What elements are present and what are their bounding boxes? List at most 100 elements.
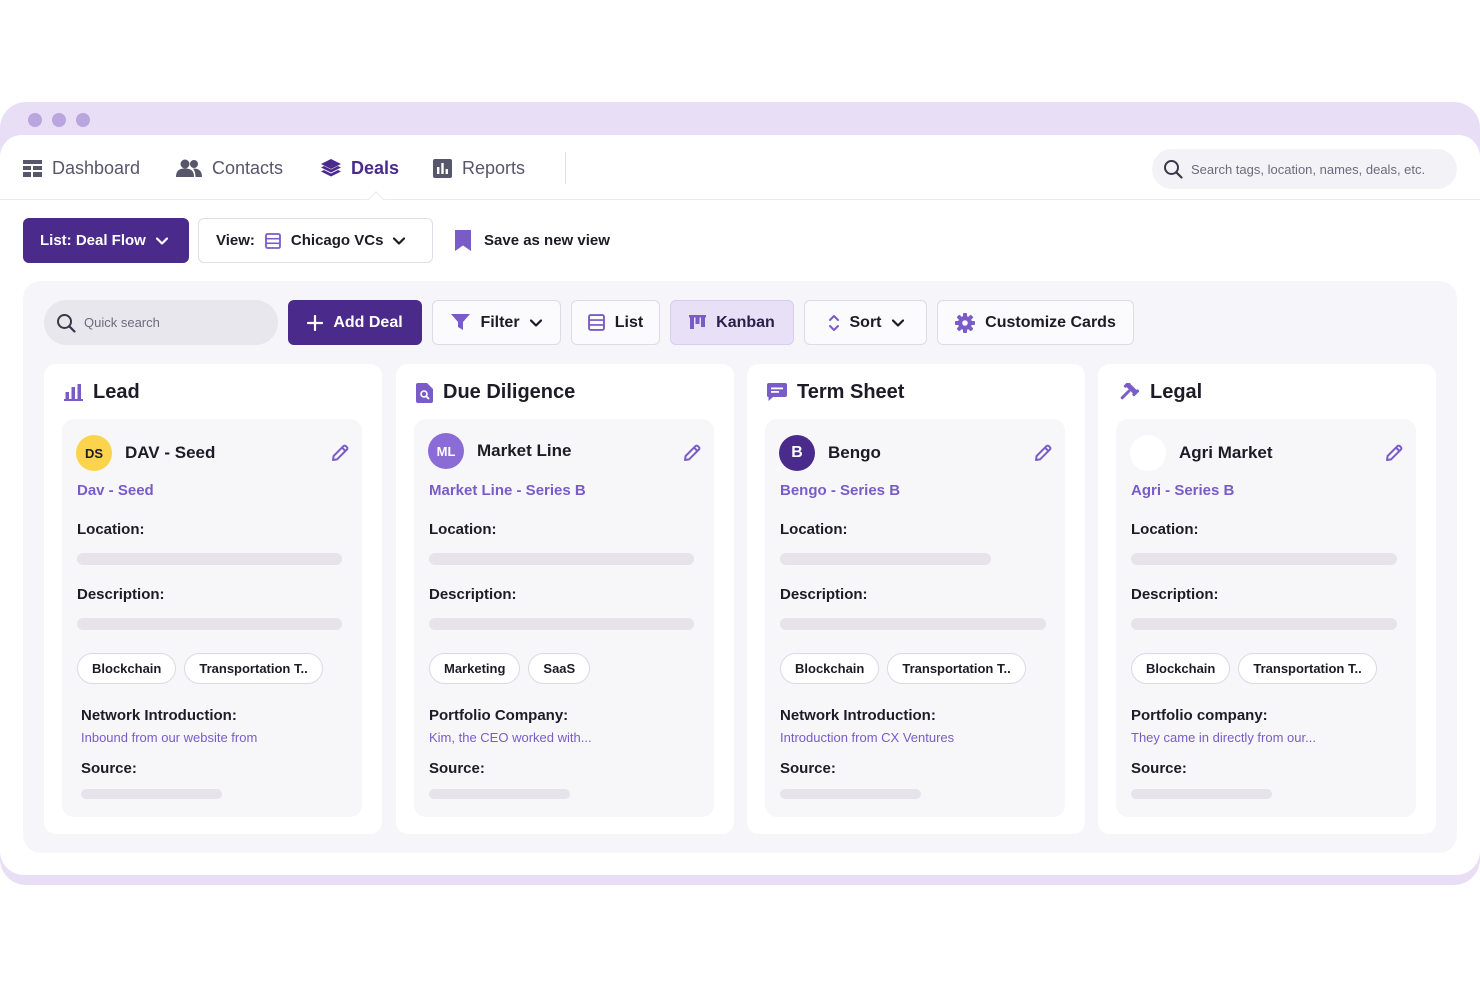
tag-chip[interactable]: Blockchain bbox=[780, 653, 880, 684]
add-deal-button[interactable]: Add Deal bbox=[288, 300, 422, 345]
source-label: Source: bbox=[1131, 760, 1187, 777]
tag-list: Marketing SaaS bbox=[429, 653, 591, 684]
deal-card[interactable]: ML Market Line Market Line - Series B Lo… bbox=[414, 419, 714, 817]
top-nav: Dashboard Contacts Deals Reports Search … bbox=[0, 135, 1480, 200]
window-minimize-dot[interactable] bbox=[52, 113, 66, 127]
filter-funnel-icon bbox=[451, 314, 471, 330]
gavel-icon bbox=[1120, 382, 1140, 399]
tag-list: Blockchain Transportation T.. bbox=[1131, 653, 1377, 684]
field-value: Inbound from our website from bbox=[81, 730, 258, 745]
gear-icon bbox=[955, 312, 976, 333]
nav-divider bbox=[565, 152, 566, 184]
location-label: Location: bbox=[1131, 521, 1199, 538]
column-title: Legal bbox=[1150, 381, 1203, 403]
column-lead: Lead DS DAV - Seed Dav - Seed Location: bbox=[44, 364, 382, 834]
customize-cards-button[interactable]: Customize Cards bbox=[937, 300, 1134, 345]
column-header: Lead bbox=[64, 381, 140, 404]
nav-reports[interactable]: Reports bbox=[433, 154, 525, 182]
add-deal-label: Add Deal bbox=[333, 313, 403, 331]
field-value: Kim, the CEO worked with... bbox=[429, 730, 592, 745]
list-selector-button[interactable]: List: Deal Flow bbox=[23, 218, 189, 263]
window-close-dot[interactable] bbox=[28, 113, 42, 127]
deal-name: DAV - Seed bbox=[125, 443, 216, 462]
source-placeholder bbox=[780, 789, 921, 799]
bar-chart-icon bbox=[64, 384, 83, 401]
tag-chip[interactable]: Transportation T.. bbox=[887, 653, 1026, 684]
quick-search-input[interactable]: Quick search bbox=[44, 300, 278, 345]
field-label: Network Introduction: bbox=[81, 707, 237, 724]
kanban-board: Quick search Add Deal Filter List Kanban… bbox=[23, 281, 1457, 853]
message-icon bbox=[767, 383, 787, 401]
window-maximize-dot[interactable] bbox=[76, 113, 90, 127]
edit-pencil-icon[interactable] bbox=[1033, 443, 1053, 463]
source-label: Source: bbox=[81, 760, 137, 777]
column-header: Legal bbox=[1118, 381, 1202, 404]
nav-contacts[interactable]: Contacts bbox=[176, 154, 283, 182]
deal-card[interactable]: B Bengo Bengo - Series B Location: Descr… bbox=[765, 419, 1065, 817]
source-label: Source: bbox=[429, 760, 485, 777]
filter-label: Filter bbox=[480, 313, 520, 331]
contacts-people-icon bbox=[176, 159, 202, 177]
deal-subtitle-link[interactable]: Agri - Series B bbox=[1131, 482, 1234, 499]
tag-chip[interactable]: Blockchain bbox=[77, 653, 177, 684]
filter-button[interactable]: Filter bbox=[432, 300, 561, 345]
deal-subtitle-link[interactable]: Bengo - Series B bbox=[780, 482, 900, 499]
nav-dashboard[interactable]: Dashboard bbox=[23, 154, 140, 182]
tag-chip[interactable]: Marketing bbox=[429, 653, 521, 684]
customize-cards-label: Customize Cards bbox=[985, 313, 1116, 331]
document-search-icon bbox=[416, 382, 433, 403]
card-header: DS DAV - Seed bbox=[76, 435, 350, 471]
field-value: They came in directly from our... bbox=[1131, 730, 1316, 745]
edit-pencil-icon[interactable] bbox=[330, 443, 350, 463]
active-tab-indicator bbox=[366, 189, 386, 200]
edit-pencil-icon[interactable] bbox=[1384, 443, 1404, 463]
column-header: Term Sheet bbox=[767, 381, 904, 404]
deal-card[interactable]: Agri Market Agri - Series B Location: De… bbox=[1116, 419, 1416, 817]
location-label: Location: bbox=[429, 521, 497, 538]
app-content: Dashboard Contacts Deals Reports Search … bbox=[0, 135, 1480, 875]
description-placeholder bbox=[1131, 618, 1397, 630]
card-header: ML Market Line bbox=[428, 433, 702, 469]
location-label: Location: bbox=[780, 521, 848, 538]
description-label: Description: bbox=[780, 586, 868, 603]
sort-button[interactable]: Sort bbox=[804, 300, 927, 345]
list-view-button[interactable]: List bbox=[571, 300, 660, 345]
location-placeholder bbox=[780, 553, 991, 565]
field-label: Network Introduction: bbox=[780, 707, 936, 724]
column-title: Due Diligence bbox=[443, 381, 576, 403]
tag-chip[interactable]: Transportation T.. bbox=[184, 653, 323, 684]
deal-name: Market Line bbox=[477, 441, 572, 460]
list-selector-label: List: Deal Flow bbox=[40, 232, 146, 249]
edit-pencil-icon[interactable] bbox=[682, 443, 702, 463]
deal-subtitle-link[interactable]: Market Line - Series B bbox=[429, 482, 586, 499]
list-view-icon bbox=[587, 314, 605, 331]
location-placeholder bbox=[1131, 553, 1397, 565]
column-legal: Legal Agri Market Agri - Series B Locati… bbox=[1098, 364, 1436, 834]
global-search-input[interactable]: Search tags, location, names, deals, etc… bbox=[1152, 149, 1457, 189]
view-selector-button[interactable]: View: Chicago VCs bbox=[198, 218, 433, 263]
view-prefix-label: View: bbox=[216, 232, 255, 249]
card-header: B Bengo bbox=[779, 435, 1053, 471]
tag-chip[interactable]: Transportation T.. bbox=[1238, 653, 1377, 684]
window-controls bbox=[28, 113, 90, 127]
field-label: Portfolio company: bbox=[1131, 707, 1268, 724]
tag-chip[interactable]: Blockchain bbox=[1131, 653, 1231, 684]
column-header: Due Diligence bbox=[416, 381, 575, 404]
source-label: Source: bbox=[780, 760, 836, 777]
tag-chip[interactable]: SaaS bbox=[528, 653, 591, 684]
kanban-view-button[interactable]: Kanban bbox=[670, 300, 794, 345]
search-icon bbox=[57, 313, 76, 333]
deal-subtitle-link[interactable]: Dav - Seed bbox=[77, 482, 154, 499]
column-due-diligence: Due Diligence ML Market Line Market Line… bbox=[396, 364, 734, 834]
save-view-button[interactable]: Save as new view bbox=[454, 229, 610, 252]
chevron-down-icon bbox=[393, 236, 406, 245]
deal-card[interactable]: DS DAV - Seed Dav - Seed Location: Descr… bbox=[62, 419, 362, 817]
card-header: Agri Market bbox=[1130, 435, 1404, 471]
nav-deals[interactable]: Deals bbox=[321, 154, 399, 182]
tag-list: Blockchain Transportation T.. bbox=[780, 653, 1026, 684]
description-placeholder bbox=[780, 618, 1046, 630]
column-title: Lead bbox=[93, 381, 140, 403]
avatar bbox=[1130, 435, 1166, 471]
source-placeholder bbox=[1131, 789, 1272, 799]
description-placeholder bbox=[429, 618, 694, 630]
